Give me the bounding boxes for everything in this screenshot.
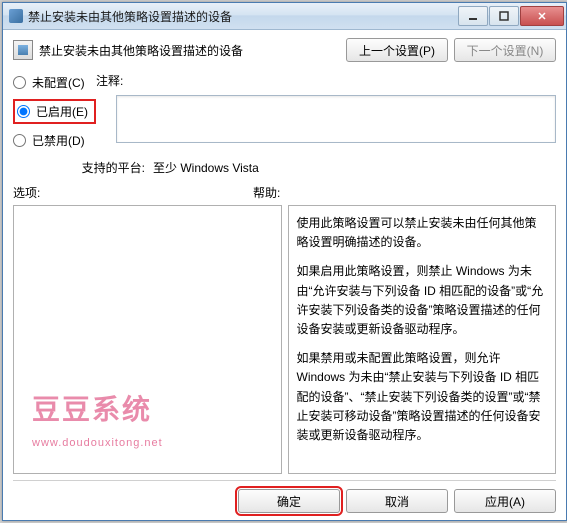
- nav-buttons: 上一个设置(P) 下一个设置(N): [346, 38, 556, 62]
- radio-not-configured-label: 未配置(C): [32, 74, 85, 91]
- section-labels: 选项: 帮助:: [13, 184, 556, 201]
- panels: 豆豆系统 www.doudouxitong.net 使用此策略设置可以禁止安装未…: [13, 205, 556, 474]
- radio-group: 未配置(C) 已启用(E) 已禁用(D): [13, 72, 96, 149]
- radio-disabled[interactable]: 已禁用(D): [13, 132, 96, 149]
- help-paragraph: 使用此策略设置可以禁止安装未由任何其他策略设置明确描述的设备。: [297, 214, 548, 252]
- policy-icon: [13, 40, 33, 60]
- dialog-footer: 确定 取消 应用(A): [13, 480, 556, 513]
- dialog-content: 禁止安装未由其他策略设置描述的设备 上一个设置(P) 下一个设置(N) 未配置(…: [3, 30, 566, 521]
- minimize-button[interactable]: [458, 6, 488, 26]
- platform-value: 至少 Windows Vista: [153, 159, 259, 176]
- options-panel: 豆豆系统 www.doudouxitong.net: [13, 205, 282, 474]
- window-controls: [458, 6, 564, 26]
- options-label: 选项:: [13, 184, 253, 201]
- window-icon: [9, 9, 23, 23]
- watermark-text: 豆豆系统: [32, 389, 163, 434]
- next-setting-button[interactable]: 下一个设置(N): [454, 38, 556, 62]
- window-title: 禁止安装未由其他策略设置描述的设备: [28, 8, 458, 25]
- titlebar: 禁止安装未由其他策略设置描述的设备: [3, 3, 566, 30]
- apply-button[interactable]: 应用(A): [454, 489, 556, 513]
- config-row: 未配置(C) 已启用(E) 已禁用(D) 注释:: [13, 72, 556, 149]
- radio-enabled[interactable]: 已启用(E): [13, 99, 96, 124]
- platform-label: 支持的平台:: [13, 159, 145, 176]
- comment-label: 注释:: [96, 72, 556, 91]
- previous-setting-button[interactable]: 上一个设置(P): [346, 38, 448, 62]
- comment-input[interactable]: [116, 95, 556, 143]
- ok-button[interactable]: 确定: [238, 489, 340, 513]
- help-paragraph: 如果禁用或未配置此策略设置，则允许 Windows 为未由“禁止安装与下列设备 …: [297, 349, 548, 445]
- radio-enabled-label: 已启用(E): [36, 103, 88, 120]
- dialog-window: 禁止安装未由其他策略设置描述的设备 禁止安装未由其他策略设置描述的设备 上一个设…: [2, 2, 567, 521]
- radio-not-configured[interactable]: 未配置(C): [13, 74, 96, 91]
- policy-title: 禁止安装未由其他策略设置描述的设备: [39, 42, 346, 59]
- platform-row: 支持的平台: 至少 Windows Vista: [13, 159, 556, 176]
- watermark: 豆豆系统 www.doudouxitong.net: [32, 389, 163, 453]
- help-paragraph: 如果启用此策略设置，则禁止 Windows 为未由“允许安装与下列设备 ID 相…: [297, 262, 548, 339]
- help-label: 帮助:: [253, 184, 280, 201]
- watermark-url: www.doudouxitong.net: [32, 435, 163, 453]
- cancel-button[interactable]: 取消: [346, 489, 448, 513]
- maximize-button[interactable]: [489, 6, 519, 26]
- comment-column: 注释:: [116, 72, 556, 143]
- radio-disabled-label: 已禁用(D): [32, 132, 85, 149]
- radio-not-configured-input[interactable]: [13, 76, 26, 89]
- header-row: 禁止安装未由其他策略设置描述的设备 上一个设置(P) 下一个设置(N): [13, 38, 556, 62]
- help-panel: 使用此策略设置可以禁止安装未由任何其他策略设置明确描述的设备。 如果启用此策略设…: [288, 205, 557, 474]
- radio-enabled-input[interactable]: [17, 105, 30, 118]
- close-button[interactable]: [520, 6, 564, 26]
- radio-disabled-input[interactable]: [13, 134, 26, 147]
